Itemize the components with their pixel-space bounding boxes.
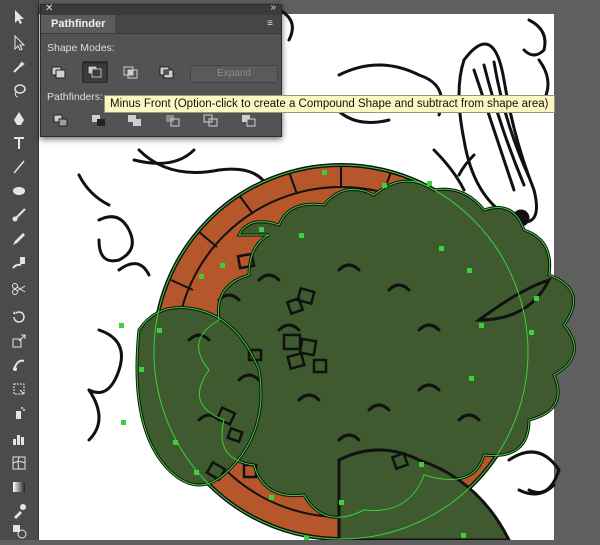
minus-back-button[interactable] (237, 111, 261, 131)
rotate-tool-icon[interactable] (6, 306, 32, 328)
crop-button[interactable] (161, 111, 185, 131)
trim-icon (92, 115, 105, 126)
blend-tool-icon[interactable] (6, 520, 32, 542)
intersect-button[interactable] (119, 63, 143, 83)
exclude-icon (159, 66, 174, 79)
intersect-icon (123, 66, 138, 79)
direct-selection-tool-icon[interactable] (6, 32, 32, 54)
gradient-tool-icon[interactable] (6, 476, 32, 498)
mesh-tool-icon[interactable] (6, 452, 32, 474)
tooltip: Minus Front (Option-click to create a Co… (104, 95, 555, 113)
minus-back-icon (242, 115, 256, 127)
pencil-tool-icon[interactable] (6, 228, 32, 250)
symbol-sprayer-tool-icon[interactable] (6, 402, 32, 424)
minus-front-icon (87, 65, 102, 78)
graph-tool-icon[interactable] (6, 428, 32, 450)
pathfinder-panel: ✕ » Pathfinder ≡ Shape Modes: Expand Pat… (40, 2, 282, 137)
minus-front-button[interactable] (82, 61, 108, 83)
eyedropper-tool-icon[interactable] (6, 500, 32, 522)
merge-button[interactable] (123, 111, 147, 131)
exclude-button[interactable] (155, 63, 179, 83)
divide-icon (53, 114, 68, 127)
outline-button[interactable] (199, 111, 223, 131)
pen-tool-icon[interactable] (6, 108, 32, 130)
trim-button[interactable] (87, 111, 111, 131)
panel-tabbar: Pathfinder ≡ (41, 15, 281, 34)
free-transform-tool-icon[interactable] (6, 378, 32, 400)
pathfinders-label: Pathfinders: (47, 91, 104, 103)
type-tool-icon[interactable] (6, 132, 32, 154)
ellipse-tool-icon[interactable] (6, 180, 32, 202)
panel-titlebar[interactable]: ✕ » (41, 2, 281, 15)
shape-modes-label: Shape Modes: (47, 42, 115, 54)
blob-brush-tool-icon[interactable] (6, 252, 32, 274)
scale-tool-icon[interactable] (6, 330, 32, 352)
warp-tool-icon[interactable] (6, 354, 32, 376)
divide-button[interactable] (49, 111, 73, 131)
close-icon[interactable]: ✕ (45, 3, 53, 15)
scissors-tool-icon[interactable] (6, 278, 32, 300)
collapse-icon[interactable]: » (270, 2, 276, 14)
line-tool-icon[interactable] (6, 156, 32, 178)
crop-icon (166, 115, 180, 127)
tools-panel (0, 0, 39, 540)
paintbrush-tool-icon[interactable] (6, 204, 32, 226)
unite-icon (51, 66, 66, 79)
panel-menu-icon[interactable]: ≡ (263, 17, 277, 31)
expand-button[interactable]: Expand (190, 65, 278, 83)
outline-icon (203, 114, 218, 127)
merge-icon (128, 115, 141, 126)
magic-wand-tool-icon[interactable] (6, 56, 32, 78)
lasso-tool-icon[interactable] (6, 80, 32, 102)
tab-pathfinder[interactable]: Pathfinder (41, 15, 116, 33)
selection-tool-icon[interactable] (6, 6, 32, 28)
unite-button[interactable] (47, 63, 71, 83)
